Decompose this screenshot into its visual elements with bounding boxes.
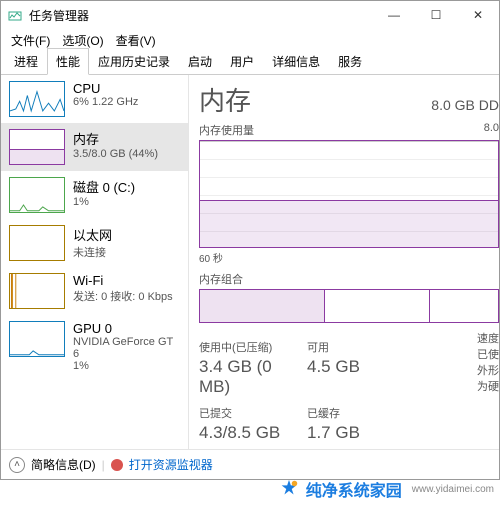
- side-text: 以太网 未连接: [73, 225, 112, 260]
- side-text: 内存 3.5/8.0 GB (44%): [73, 129, 158, 160]
- graph2-label: 内存组合: [199, 271, 499, 287]
- side-item-memory[interactable]: 内存 3.5/8.0 GB (44%): [1, 123, 188, 171]
- slots-label: 已使用的插槽:: [477, 349, 499, 361]
- memory-thumb-icon: [9, 129, 65, 165]
- graph1-labels: 内存使用量 8.0: [199, 122, 499, 138]
- tab-services[interactable]: 服务: [329, 48, 371, 75]
- tab-processes[interactable]: 进程: [5, 48, 47, 75]
- side-item-title: 以太网: [73, 225, 112, 244]
- app-icon: [7, 7, 23, 23]
- tab-startup[interactable]: 启动: [179, 48, 221, 75]
- content: CPU 6% 1.22 GHz 内存 3.5/8.0 GB (44%) 磁盘 0…: [1, 75, 499, 449]
- tab-users[interactable]: 用户: [221, 48, 263, 75]
- side-item-title: Wi-Fi: [73, 273, 173, 288]
- side-text: CPU 6% 1.22 GHz: [73, 81, 138, 108]
- watermark-icon: [278, 478, 300, 500]
- fewer-details-icon[interactable]: ˄: [9, 457, 25, 473]
- open-resmon-link[interactable]: 打开资源监视器: [129, 456, 213, 473]
- watermark: 纯净系统家园 www.yidaimei.com: [278, 477, 494, 501]
- fewer-details-link[interactable]: 简略信息(D): [31, 456, 96, 473]
- cpu-thumb-icon: [9, 81, 65, 117]
- tab-app-history[interactable]: 应用历史记录: [89, 48, 179, 75]
- reserved-label: 为硬件保留的内存:: [477, 381, 499, 393]
- graph1-label-right: 8.0: [484, 122, 499, 138]
- side-item-title: 磁盘 0 (C:): [73, 177, 135, 196]
- side-item-wifi[interactable]: Wi-Fi 发送: 0 接收: 0 Kbps: [1, 267, 188, 315]
- wifi-thumb-icon: [9, 273, 65, 309]
- side-list: CPU 6% 1.22 GHz 内存 3.5/8.0 GB (44%) 磁盘 0…: [1, 75, 189, 449]
- graph1-footer: 60 秒: [199, 250, 499, 265]
- minimize-button[interactable]: —: [373, 1, 415, 29]
- bottombar: ˄ 简略信息(D) | 打开资源监视器: [1, 449, 499, 479]
- side-item-sub2: 1%: [73, 360, 180, 372]
- form-label: 外形规格:: [477, 365, 499, 377]
- committed-label: 已提交: [199, 405, 307, 421]
- cached-label: 已缓存: [307, 405, 387, 421]
- side-item-title: 内存: [73, 129, 158, 148]
- window-title: 任务管理器: [29, 7, 373, 24]
- side-item-sub: 3.5/8.0 GB (44%): [73, 148, 158, 160]
- detail-heading: 内存: [199, 81, 251, 118]
- detail-pane: 内存 8.0 GB DD 内存使用量 8.0 60 秒 内存组合 使用中(已压缩…: [189, 75, 499, 449]
- side-item-sub: 发送: 0 接收: 0 Kbps: [73, 288, 173, 304]
- side-text: 磁盘 0 (C:) 1%: [73, 177, 135, 208]
- ethernet-thumb-icon: [9, 225, 65, 261]
- memory-stats: 使用中(已压缩) 可用 3.4 GB (0 MB) 4.5 GB 已提交 已缓存…: [199, 339, 467, 449]
- tabbar: 进程 性能 应用历史记录 启动 用户 详细信息 服务: [1, 51, 499, 75]
- titlebar: 任务管理器 — ☐ ✕: [1, 1, 499, 29]
- side-text: Wi-Fi 发送: 0 接收: 0 Kbps: [73, 273, 173, 304]
- detail-header: 内存 8.0 GB DD: [199, 81, 499, 118]
- side-item-disk[interactable]: 磁盘 0 (C:) 1%: [1, 171, 188, 219]
- side-item-sub: 1%: [73, 196, 135, 208]
- watermark-url: www.yidaimei.com: [412, 484, 494, 495]
- memory-usage-chart[interactable]: [199, 140, 499, 248]
- gpu-thumb-icon: [9, 321, 65, 357]
- cached-value: 1.7 GB: [307, 423, 387, 443]
- in-use-label: 使用中(已压缩): [199, 339, 307, 355]
- graph1-label-left: 内存使用量: [199, 122, 254, 138]
- watermark-text: 纯净系统家园: [306, 477, 402, 501]
- in-use-value: 3.4 GB (0 MB): [199, 357, 307, 397]
- resmon-icon: [111, 459, 123, 471]
- detail-capacity: 8.0 GB DD: [431, 97, 499, 113]
- side-item-title: CPU: [73, 81, 138, 96]
- separator: |: [102, 458, 105, 472]
- tab-performance[interactable]: 性能: [47, 48, 89, 75]
- side-item-sub: NVIDIA GeForce GT 6: [73, 336, 180, 360]
- committed-value: 4.3/8.5 GB: [199, 423, 307, 443]
- available-label: 可用: [307, 339, 387, 355]
- composition-in-use: [200, 290, 325, 322]
- tab-details[interactable]: 详细信息: [263, 48, 329, 75]
- speed-label: 速度:: [477, 333, 499, 345]
- graph2-label-text: 内存组合: [199, 271, 243, 287]
- side-item-sub: 6% 1.22 GHz: [73, 96, 138, 108]
- composition-available: [325, 290, 498, 322]
- side-item-title: GPU 0: [73, 321, 180, 336]
- side-item-ethernet[interactable]: 以太网 未连接: [1, 219, 188, 267]
- disk-thumb-icon: [9, 177, 65, 213]
- side-item-gpu[interactable]: GPU 0 NVIDIA GeForce GT 6 1%: [1, 315, 188, 378]
- side-item-sub: 未连接: [73, 244, 112, 260]
- side-text: GPU 0 NVIDIA GeForce GT 6 1%: [73, 321, 180, 372]
- available-value: 4.5 GB: [307, 357, 387, 397]
- side-item-cpu[interactable]: CPU 6% 1.22 GHz: [1, 75, 188, 123]
- close-button[interactable]: ✕: [457, 1, 499, 29]
- memory-composition-chart[interactable]: [199, 289, 499, 323]
- task-manager-window: 任务管理器 — ☐ ✕ 文件(F) 选项(O) 查看(V) 进程 性能 应用历史…: [0, 0, 500, 480]
- memory-props: 速度: 已使用的插槽: 外形规格: 为硬件保留的内存:: [477, 331, 499, 449]
- maximize-button[interactable]: ☐: [415, 1, 457, 29]
